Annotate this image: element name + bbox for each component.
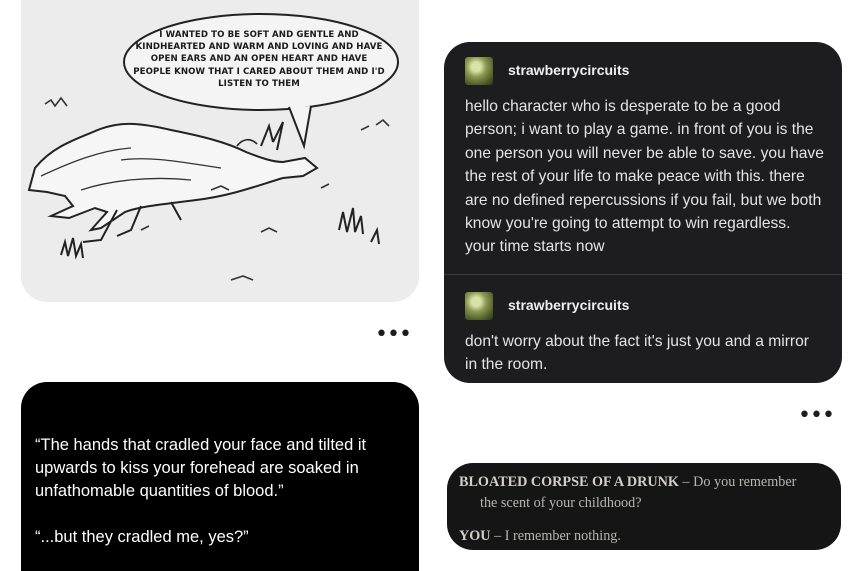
- username[interactable]: strawberrycircuits: [508, 297, 629, 313]
- separator: –: [682, 474, 690, 490]
- dialogue-line-1: BLOATED CORPSE OF A DRUNK – Do you remem…: [459, 474, 796, 491]
- speaker-name: YOU: [459, 528, 491, 544]
- comic-image-card[interactable]: I WANTED TO BE SOFT AND GENTLE AND KINDH…: [21, 0, 419, 302]
- dialogue-text: Do you remember: [693, 474, 797, 490]
- more-options-icon[interactable]: •••: [798, 405, 835, 427]
- speech-bubble-text: I WANTED TO BE SOFT AND GENTLE AND KINDH…: [133, 30, 385, 89]
- speaker-name: BLOATED CORPSE OF A DRUNK: [459, 474, 679, 490]
- post-text: hello character who is desperate to be a…: [465, 98, 824, 256]
- post-text: don't worry about the fact it's just you…: [465, 333, 809, 374]
- username[interactable]: strawberrycircuits: [508, 62, 629, 78]
- separator: –: [494, 528, 502, 544]
- dialogue-text: the scent of your childhood?: [480, 495, 642, 511]
- quote-text: “The hands that cradled your face and ti…: [35, 436, 367, 500]
- tumblr-post-card[interactable]: strawberrycircuits hello character who i…: [444, 42, 842, 383]
- avatar[interactable]: [465, 57, 493, 85]
- dialogue-line-2: YOU – I remember nothing.: [459, 528, 621, 545]
- more-options-icon[interactable]: •••: [375, 324, 412, 346]
- avatar[interactable]: [465, 292, 493, 320]
- quote-card[interactable]: “The hands that cradled your face and ti…: [21, 382, 419, 571]
- divider: [444, 274, 842, 275]
- dialogue-text: I remember nothing.: [504, 528, 621, 544]
- more-options-icon[interactable]: •••: [797, 0, 834, 10]
- quote-reply: “...but they cradled me, yes?”: [35, 528, 249, 546]
- dialogue-card[interactable]: BLOATED CORPSE OF A DRUNK – Do you remem…: [447, 463, 841, 550]
